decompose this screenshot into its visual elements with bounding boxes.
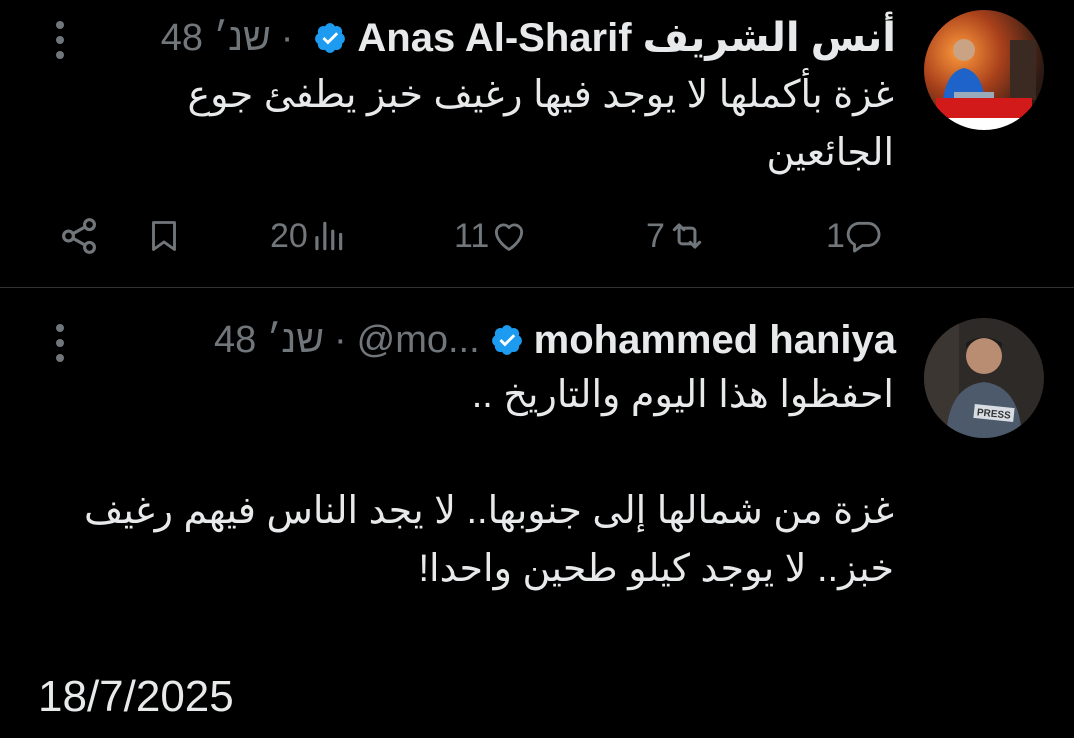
views-count: 20 <box>270 216 308 255</box>
views-chart-icon <box>315 221 343 251</box>
like-count: 11 <box>454 216 490 255</box>
reply-button[interactable]: 1 <box>826 206 883 266</box>
bookmark-icon <box>152 221 176 251</box>
tweet-text-line: احفظوا هذا اليوم والتاريخ .. <box>471 374 894 416</box>
more-dots-icon[interactable] <box>56 21 66 59</box>
more-dots-icon[interactable] <box>56 324 66 362</box>
reply-icon <box>846 221 881 253</box>
date-caption: 18/7/2025 <box>38 672 234 721</box>
share-button[interactable] <box>58 206 100 266</box>
tweet-anas-al-sharif[interactable]: Anas Al-Sharif أنس الشريف · 48 שנ׳ غزة ب… <box>0 0 1074 288</box>
action-bar: 1 7 11 20 <box>0 206 1074 266</box>
share-icon <box>62 218 96 254</box>
avatar[interactable]: PRESS <box>924 318 1044 438</box>
retweet-button[interactable]: 7 <box>646 206 709 266</box>
tweet-text: احفظوا هذا اليوم والتاريخ .. غزة من شمال… <box>64 366 894 598</box>
display-name[interactable]: mohammed haniya <box>534 318 896 363</box>
tweet-text-line: غزة من شمالها إلى جنوبها.. لا يجد الناس … <box>83 490 894 590</box>
retweet-count: 7 <box>646 216 665 255</box>
verified-badge-icon <box>491 325 522 355</box>
like-button[interactable]: 11 <box>454 206 529 266</box>
timestamp[interactable]: 48 שנ׳ <box>161 17 271 60</box>
separator-dot: · <box>280 16 294 59</box>
timestamp[interactable]: 48 שנ׳ <box>214 319 324 362</box>
heart-icon <box>495 223 524 251</box>
tweet-mohammed-haniya[interactable]: PRESS mohammed haniya @mo... · 48 שנ׳ اح… <box>0 288 1074 688</box>
reply-count: 1 <box>826 216 845 255</box>
tweet-header: mohammed haniya @mo... · 48 שנ׳ <box>214 316 896 364</box>
views-button[interactable]: 20 <box>270 206 348 266</box>
bookmark-button[interactable] <box>146 206 182 266</box>
tweet-header: Anas Al-Sharif أنس الشريف · 48 שנ׳ <box>161 14 896 62</box>
display-name[interactable]: Anas Al-Sharif أنس الشريف <box>357 15 896 61</box>
avatar[interactable] <box>924 10 1044 130</box>
handle[interactable]: @mo... <box>357 319 480 362</box>
verified-badge-icon <box>315 23 346 53</box>
retweet-icon <box>672 223 702 249</box>
separator-dot: · <box>333 318 347 361</box>
tweet-text: غزة بأكملها لا يوجد فيها رغيف خبز يطفئ ج… <box>187 74 894 174</box>
